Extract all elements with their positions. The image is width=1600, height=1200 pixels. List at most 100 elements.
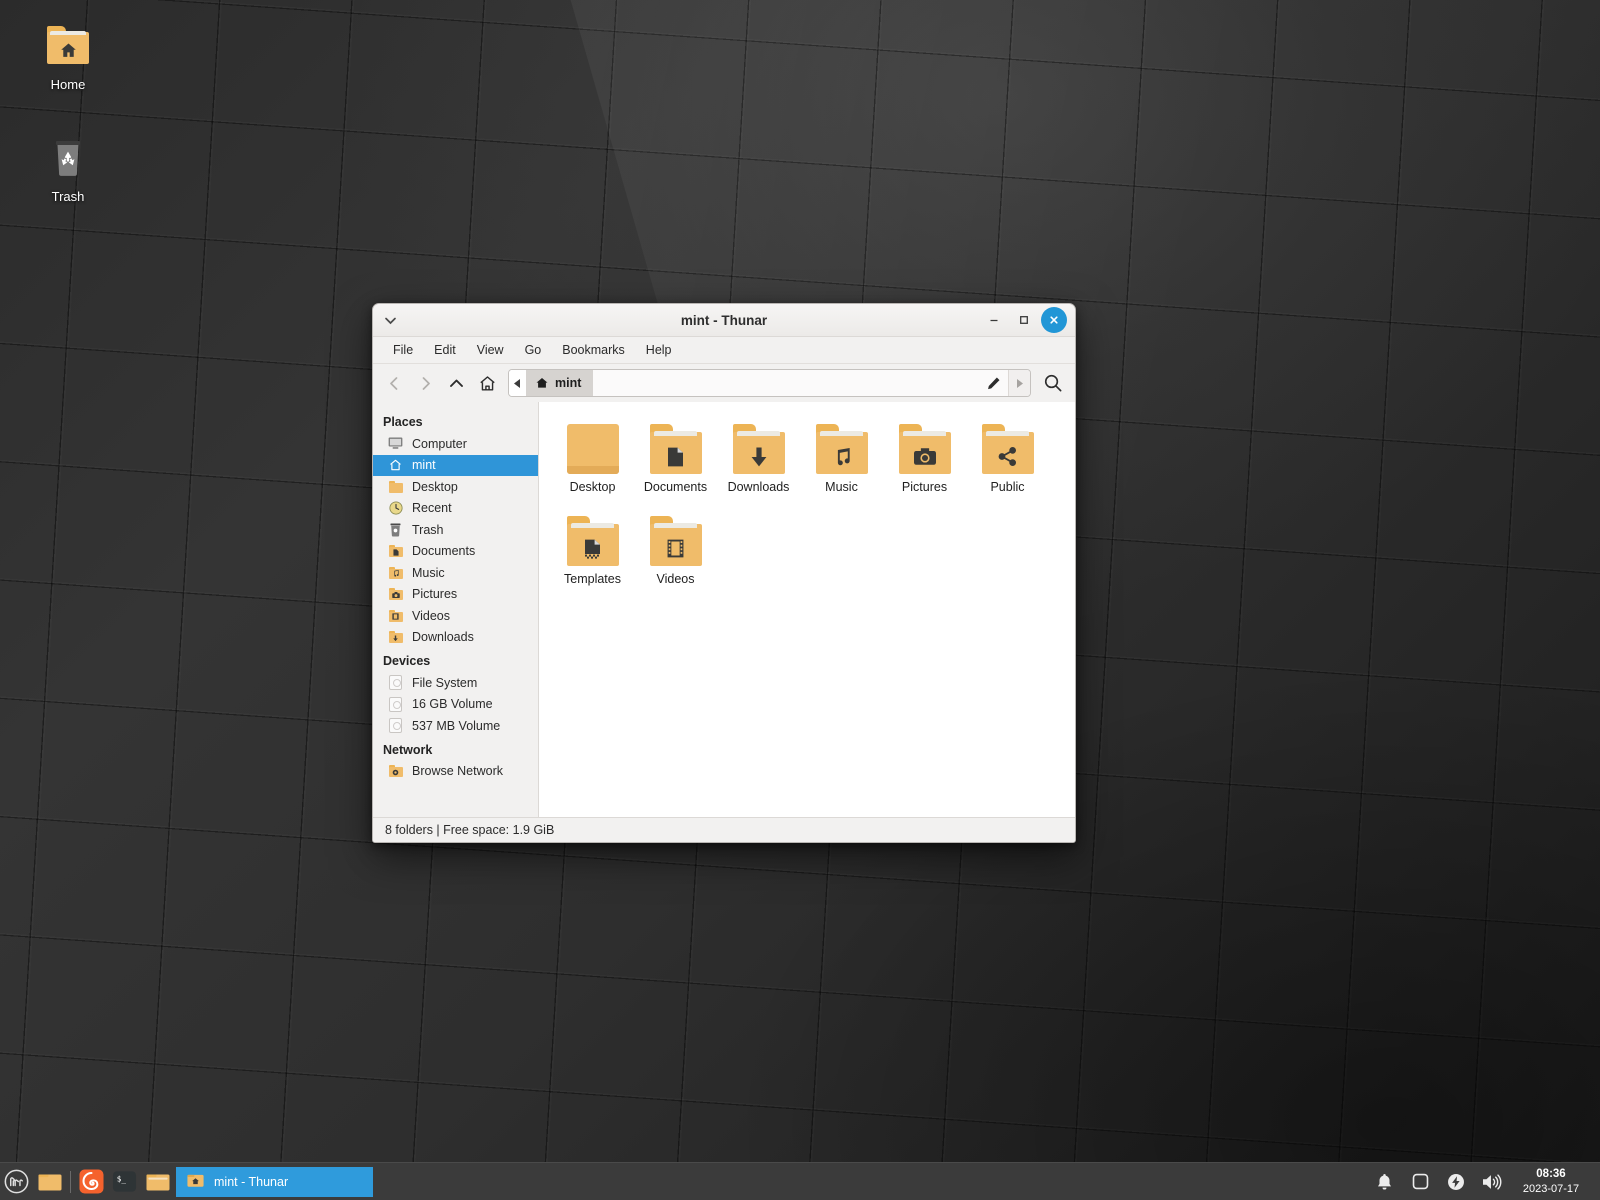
sidebar-item-browse-network[interactable]: Browse Network	[373, 761, 538, 783]
back-arrow-icon[interactable]	[379, 368, 409, 398]
file-grid[interactable]: Desktop Documents Downloads Music Pictur…	[539, 402, 1075, 817]
speaker-icon[interactable]	[1476, 1163, 1508, 1200]
triangle-left-icon[interactable]	[509, 370, 526, 396]
film-folder-icon	[634, 510, 717, 566]
mint-menu-icon[interactable]	[0, 1163, 33, 1200]
places-sidebar[interactable]: Places Computer mint Desktop Recent Tras…	[373, 402, 539, 817]
home-icon	[387, 457, 404, 473]
clock-time: 08:36	[1536, 1168, 1566, 1181]
terminal-icon[interactable]: $_	[108, 1163, 141, 1200]
close-button[interactable]	[1041, 307, 1067, 333]
path-empty-area[interactable]	[593, 370, 978, 396]
home-icon[interactable]	[472, 368, 502, 398]
file-item-music[interactable]: Music	[800, 418, 883, 494]
search-icon[interactable]	[1037, 368, 1069, 398]
plain-folder-icon	[551, 418, 634, 474]
taskbar-panel[interactable]: $_ mint - Thunar 08:36 2023-07-17	[0, 1162, 1600, 1200]
sidebar-item-label: 16 GB Volume	[412, 697, 493, 712]
window-titlebar[interactable]: mint - Thunar	[373, 304, 1075, 337]
sidebar-item-downloads[interactable]: Downloads	[373, 627, 538, 649]
triangle-right-icon[interactable]	[1008, 370, 1030, 396]
status-bar: 8 folders | Free space: 1.9 GiB	[373, 817, 1075, 842]
display-icon[interactable]	[1404, 1163, 1436, 1200]
menu-bookmarks[interactable]: Bookmarks	[553, 340, 634, 360]
sidebar-item-mint[interactable]: mint	[373, 454, 538, 476]
file-item-pictures[interactable]: Pictures	[883, 418, 966, 494]
sidebar-item-pictures[interactable]: Pictures	[373, 584, 538, 606]
desktop-icon-home[interactable]: Home	[13, 22, 123, 92]
sidebar-item-trash[interactable]: Trash	[373, 519, 538, 541]
music-folder-icon	[800, 418, 883, 474]
file-item-label: Videos	[656, 572, 695, 586]
power-bolt-icon[interactable]	[1440, 1163, 1472, 1200]
menu-view[interactable]: View	[468, 340, 513, 360]
sidebar-item-desktop[interactable]: Desktop	[373, 476, 538, 498]
menu-go[interactable]: Go	[516, 340, 551, 360]
drive-icon	[387, 718, 404, 734]
taskbar-window-label: mint - Thunar	[214, 1174, 289, 1189]
menu-help[interactable]: Help	[637, 340, 681, 360]
sidebar-item-music[interactable]: Music	[373, 562, 538, 584]
sidebar-item-label: mint	[412, 458, 436, 473]
file-item-public[interactable]: Public	[966, 418, 1049, 494]
videos-folder-icon	[387, 608, 404, 624]
file-item-documents[interactable]: Documents	[634, 418, 717, 494]
trash-bin-icon	[13, 134, 123, 180]
home-crumb-icon	[536, 377, 548, 388]
bell-icon[interactable]	[1368, 1163, 1400, 1200]
desktop-folder-icon[interactable]	[33, 1163, 66, 1200]
menu-edit[interactable]: Edit	[425, 340, 465, 360]
file-item-label: Pictures	[901, 480, 948, 494]
sidebar-item-label: Pictures	[412, 587, 458, 602]
window-controls[interactable]	[981, 307, 1075, 333]
file-item-downloads[interactable]: Downloads	[717, 418, 800, 494]
sidebar-item-537mb-volume[interactable]: 537 MB Volume	[373, 715, 538, 737]
breadcrumb-mint[interactable]: mint	[526, 370, 594, 396]
clock-date: 2023-07-17	[1522, 1182, 1580, 1195]
clock[interactable]: 08:36 2023-07-17	[1512, 1167, 1590, 1196]
minimize-button[interactable]	[981, 307, 1007, 333]
trash-icon	[387, 522, 404, 538]
sidebar-item-16gb-volume[interactable]: 16 GB Volume	[373, 694, 538, 716]
sidebar-item-label: Computer	[412, 436, 467, 451]
sidebar-item-label: Trash	[412, 522, 444, 537]
sidebar-item-file-system[interactable]: File System	[373, 672, 538, 694]
menu-file[interactable]: File	[384, 340, 422, 360]
file-item-desktop[interactable]: Desktop	[551, 418, 634, 494]
chevron-down-icon[interactable]	[373, 304, 407, 337]
sidebar-header-places: Places	[383, 415, 423, 429]
sidebar-item-label: 537 MB Volume	[412, 718, 501, 733]
file-item-label: Public	[990, 480, 1025, 494]
sidebar-item-label: Desktop	[412, 479, 458, 494]
forward-arrow-icon[interactable]	[410, 368, 440, 398]
camera-folder-icon	[883, 418, 966, 474]
menu-bar[interactable]: File Edit View Go Bookmarks Help	[373, 337, 1075, 364]
sidebar-item-label: Videos	[412, 608, 450, 623]
desktop-icon-trash[interactable]: Trash	[13, 134, 123, 204]
file-manager-icon[interactable]	[141, 1163, 174, 1200]
sidebar-item-documents[interactable]: Documents	[373, 541, 538, 563]
path-bar[interactable]: mint	[508, 369, 1031, 397]
documents-folder-icon	[387, 543, 404, 559]
breadcrumb-label: mint	[555, 376, 582, 390]
desktop[interactable]: Home Trash mint - Thunar File Edit View …	[0, 0, 1600, 1200]
up-arrow-icon[interactable]	[441, 368, 471, 398]
sidebar-item-computer[interactable]: Computer	[373, 433, 538, 455]
sidebar-item-videos[interactable]: Videos	[373, 605, 538, 627]
window-body: Places Computer mint Desktop Recent Tras…	[373, 402, 1075, 817]
taskbar-launchers[interactable]: $_	[0, 1163, 174, 1200]
thunar-file-manager-window[interactable]: mint - Thunar File Edit View Go Bookmark…	[372, 303, 1076, 843]
file-item-videos[interactable]: Videos	[634, 510, 717, 586]
pencil-icon[interactable]	[978, 370, 1008, 396]
firefox-icon[interactable]	[75, 1163, 108, 1200]
navigation-toolbar[interactable]: mint	[373, 364, 1075, 402]
taskbar-window-button-thunar[interactable]: mint - Thunar	[176, 1166, 373, 1197]
maximize-button[interactable]	[1011, 307, 1037, 333]
document-folder-icon	[634, 418, 717, 474]
file-item-label: Documents	[643, 480, 708, 494]
system-tray[interactable]: 08:36 2023-07-17	[1368, 1163, 1600, 1200]
file-item-templates[interactable]: Templates	[551, 510, 634, 586]
sidebar-header-devices: Devices	[383, 654, 431, 668]
taskbar-separator	[70, 1170, 71, 1193]
sidebar-item-recent[interactable]: Recent	[373, 498, 538, 520]
